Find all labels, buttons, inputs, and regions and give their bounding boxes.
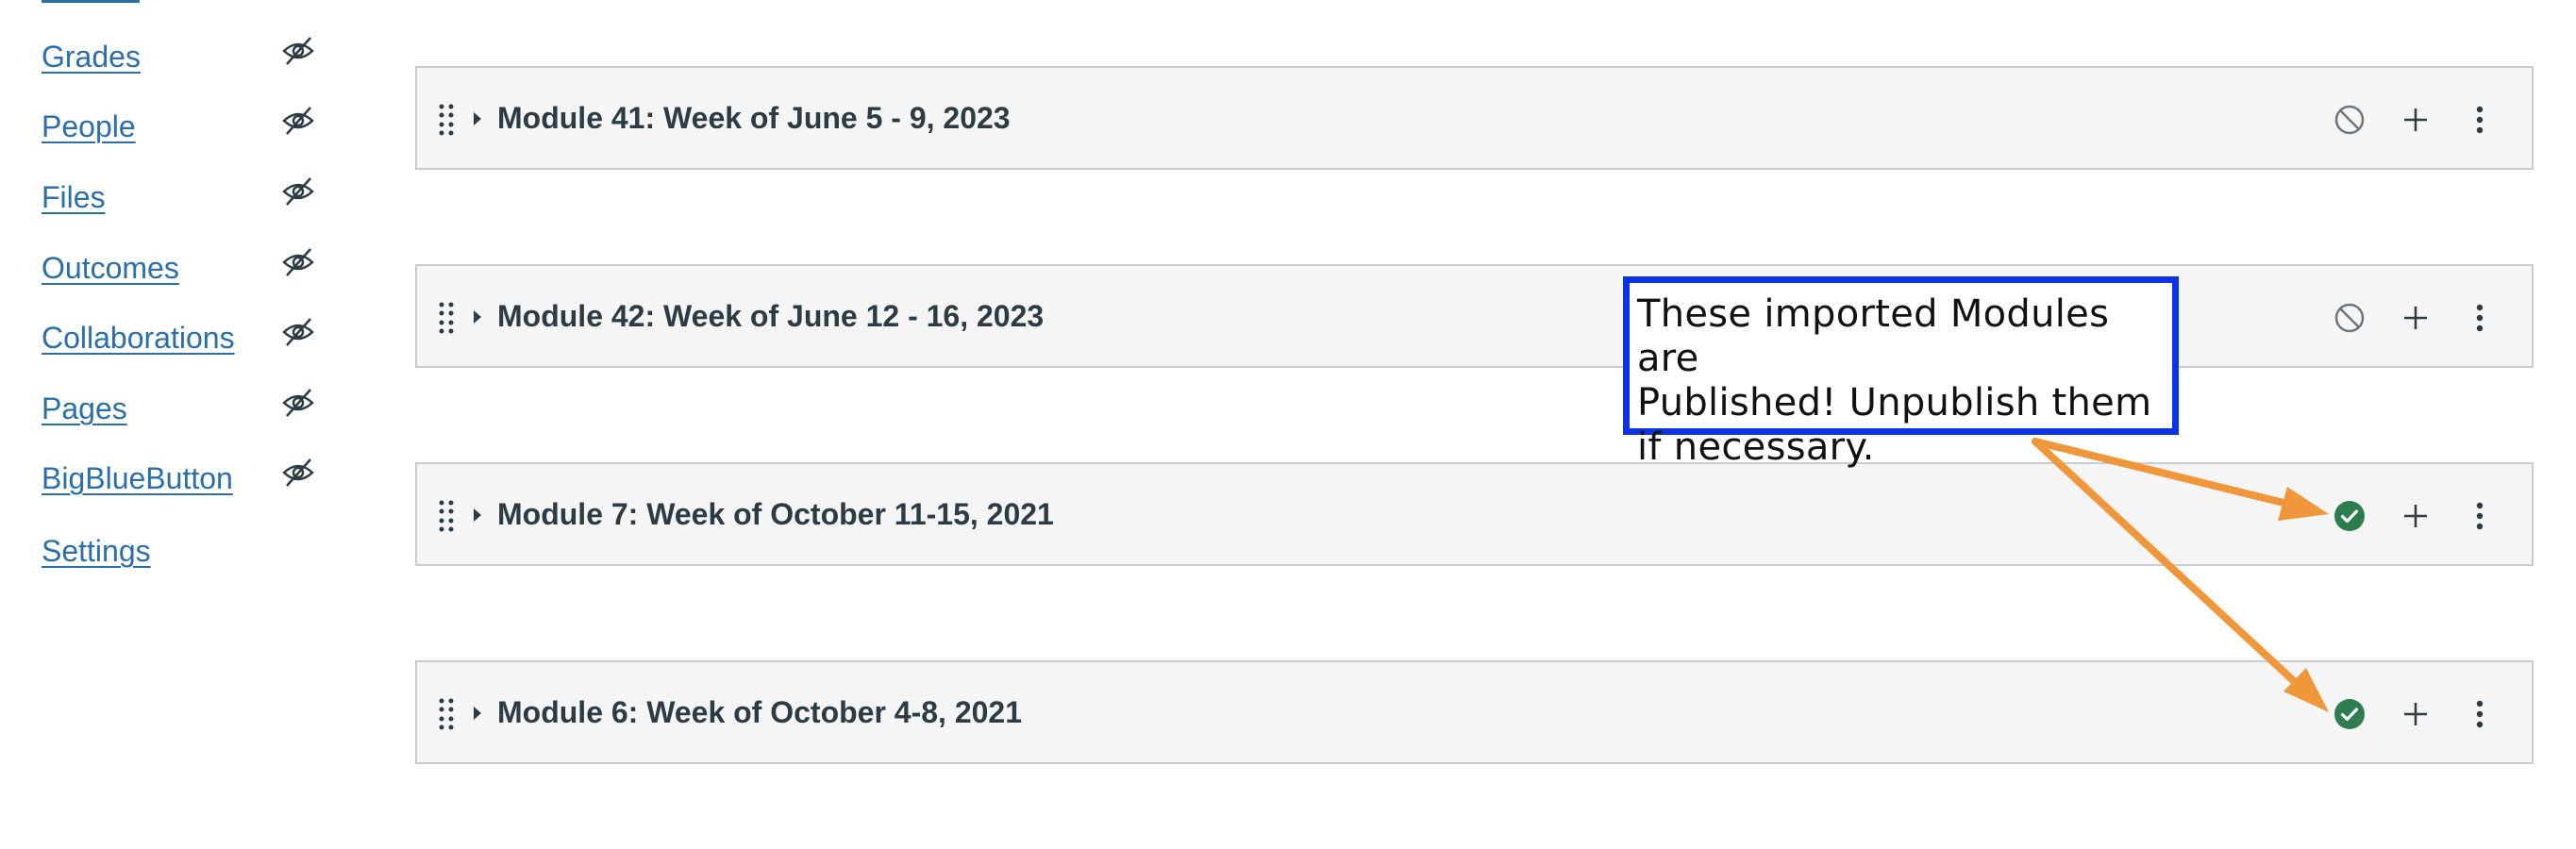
module-title[interactable]: Module 41: Week of June 5 - 9, 2023 [497, 101, 1011, 136]
unpublished-icon[interactable] [2333, 103, 2367, 137]
module-title[interactable]: Module 42: Week of June 12 - 16, 2023 [497, 299, 1044, 334]
nav-link-people[interactable]: People [42, 109, 136, 144]
nav-link-settings[interactable]: Settings [42, 534, 151, 569]
module-row: Module 42: Week of June 12 - 16, 2023 [415, 264, 2534, 368]
eye-slash-icon [282, 389, 314, 417]
nav-item-collaborations[interactable]: Collaborations [42, 315, 325, 362]
module-row: Module 41: Week of June 5 - 9, 2023 [415, 66, 2534, 170]
nav-item-bigbluebutton[interactable]: BigBlueButton [42, 456, 325, 503]
module-title[interactable]: Module 6: Week of October 4-8, 2021 [497, 695, 1022, 730]
nav-link-files[interactable]: Files [42, 180, 106, 215]
add-icon[interactable] [2399, 301, 2433, 335]
eye-slash-icon [282, 177, 314, 206]
nav-item-outcomes[interactable]: Outcomes [42, 245, 325, 292]
eye-slash-icon [282, 248, 314, 276]
drag-handle-icon[interactable] [438, 499, 455, 533]
add-icon[interactable] [2399, 499, 2433, 533]
drag-handle-icon[interactable] [438, 103, 455, 137]
nav-item-grades[interactable]: Grades [42, 34, 325, 81]
add-icon[interactable] [2399, 697, 2433, 731]
nav-link-pages[interactable]: Pages [42, 391, 127, 426]
nav-link-bigbluebutton[interactable]: BigBlueButton [42, 461, 233, 496]
annotation-line: Published! Unpublish them [1637, 381, 2152, 424]
nav-item-people[interactable]: People [42, 104, 325, 151]
nav-item-settings[interactable]: Settings [42, 528, 325, 575]
annotation-line: These imported Modules are [1637, 292, 2110, 380]
eye-slash-icon [282, 318, 314, 346]
course-navigation: Grades People Files Outcomes Collaborati… [0, 0, 377, 849]
caret-right-icon[interactable] [471, 109, 484, 128]
module-row: Module 7: Week of October 11-15, 2021 [415, 462, 2534, 566]
kebab-menu-icon[interactable] [2470, 499, 2489, 533]
nav-link-grades[interactable]: Grades [42, 40, 141, 75]
truncated-nav-link-underline [42, 0, 140, 3]
eye-slash-icon [282, 107, 314, 135]
eye-slash-icon [282, 458, 314, 487]
caret-right-icon[interactable] [471, 308, 484, 326]
annotation-line: if necessary. [1637, 425, 1875, 469]
nav-item-files[interactable]: Files [42, 175, 325, 222]
nav-link-collaborations[interactable]: Collaborations [42, 321, 235, 356]
caret-right-icon[interactable] [471, 506, 484, 524]
module-row: Module 6: Week of October 4-8, 2021 [415, 660, 2534, 764]
annotation-callout: These imported Modules are Published! Un… [1623, 276, 2179, 469]
nav-link-outcomes[interactable]: Outcomes [42, 251, 179, 286]
unpublished-icon[interactable] [2333, 301, 2367, 335]
published-check-icon[interactable] [2333, 697, 2367, 731]
caret-right-icon[interactable] [471, 704, 484, 723]
kebab-menu-icon[interactable] [2470, 697, 2489, 731]
drag-handle-icon[interactable] [438, 301, 455, 335]
module-title[interactable]: Module 7: Week of October 11-15, 2021 [497, 497, 1054, 532]
kebab-menu-icon[interactable] [2470, 103, 2489, 137]
nav-item-pages[interactable]: Pages [42, 386, 325, 433]
published-check-icon[interactable] [2333, 499, 2367, 533]
add-icon[interactable] [2399, 103, 2433, 137]
drag-handle-icon[interactable] [438, 697, 455, 731]
kebab-menu-icon[interactable] [2470, 301, 2489, 335]
eye-slash-icon [282, 37, 314, 65]
